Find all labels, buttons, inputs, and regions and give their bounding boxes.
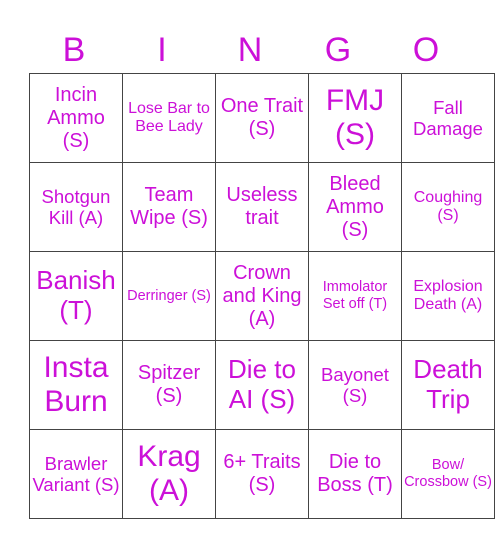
bingo-cell[interactable]: Bayonet (S)	[308, 340, 402, 430]
header-letter-o: O	[412, 31, 440, 69]
bingo-cell[interactable]: Lose Bar to Bee Lady	[122, 73, 216, 163]
bingo-cell[interactable]: Death Trip	[401, 340, 495, 430]
bingo-cell[interactable]: Insta Burn	[29, 340, 123, 430]
bingo-cell[interactable]: Fall Damage	[401, 73, 495, 163]
bingo-cell[interactable]: Bow/ Crossbow (S)	[401, 429, 495, 519]
bingo-cell[interactable]: Coughing (S)	[401, 162, 495, 252]
bingo-cell[interactable]: One Trait (S)	[215, 73, 309, 163]
header-letter-g: G	[324, 31, 352, 69]
header-letter-b: B	[62, 31, 86, 69]
bingo-cell[interactable]: Spitzer (S)	[122, 340, 216, 430]
bingo-cell[interactable]: Crown and King (A)	[215, 251, 309, 341]
board-row: Brawler Variant (S) Krag (A) 6+ Traits (…	[29, 429, 495, 519]
header-letter-n: N	[237, 31, 263, 69]
bingo-cell[interactable]: Explosion Death (A)	[401, 251, 495, 341]
board-row: Shotgun Kill (A) Team Wipe (S) Useless t…	[29, 162, 495, 252]
bingo-cell[interactable]: Useless trait	[215, 162, 309, 252]
bingo-cell[interactable]: FMJ (S)	[308, 73, 402, 163]
board-row: Incin Ammo (S) Lose Bar to Bee Lady One …	[29, 73, 495, 163]
bingo-cell[interactable]: 6+ Traits (S)	[215, 429, 309, 519]
board-row: Banish (T) Derringer (S) Crown and King …	[29, 251, 495, 341]
header-letter-i: I	[157, 31, 167, 69]
bingo-cell[interactable]: Krag (A)	[122, 429, 216, 519]
bingo-board: Incin Ammo (S) Lose Bar to Bee Lady One …	[29, 73, 495, 519]
bingo-cell[interactable]: Shotgun Kill (A)	[29, 162, 123, 252]
bingo-cell[interactable]: Derringer (S)	[122, 251, 216, 341]
bingo-cell[interactable]: Die to AI (S)	[215, 340, 309, 430]
bingo-cell[interactable]: Brawler Variant (S)	[29, 429, 123, 519]
bingo-cell[interactable]: Bleed Ammo (S)	[308, 162, 402, 252]
bingo-cell[interactable]: Die to Boss (T)	[308, 429, 402, 519]
bingo-cell[interactable]: Incin Ammo (S)	[29, 73, 123, 163]
bingo-cell[interactable]: Banish (T)	[29, 251, 123, 341]
bingo-cell[interactable]: Team Wipe (S)	[122, 162, 216, 252]
bingo-header: B I N G O	[30, 28, 470, 73]
bingo-cell[interactable]: Immolator Set off (T)	[308, 251, 402, 341]
board-row: Insta Burn Spitzer (S) Die to AI (S) Bay…	[29, 340, 495, 430]
